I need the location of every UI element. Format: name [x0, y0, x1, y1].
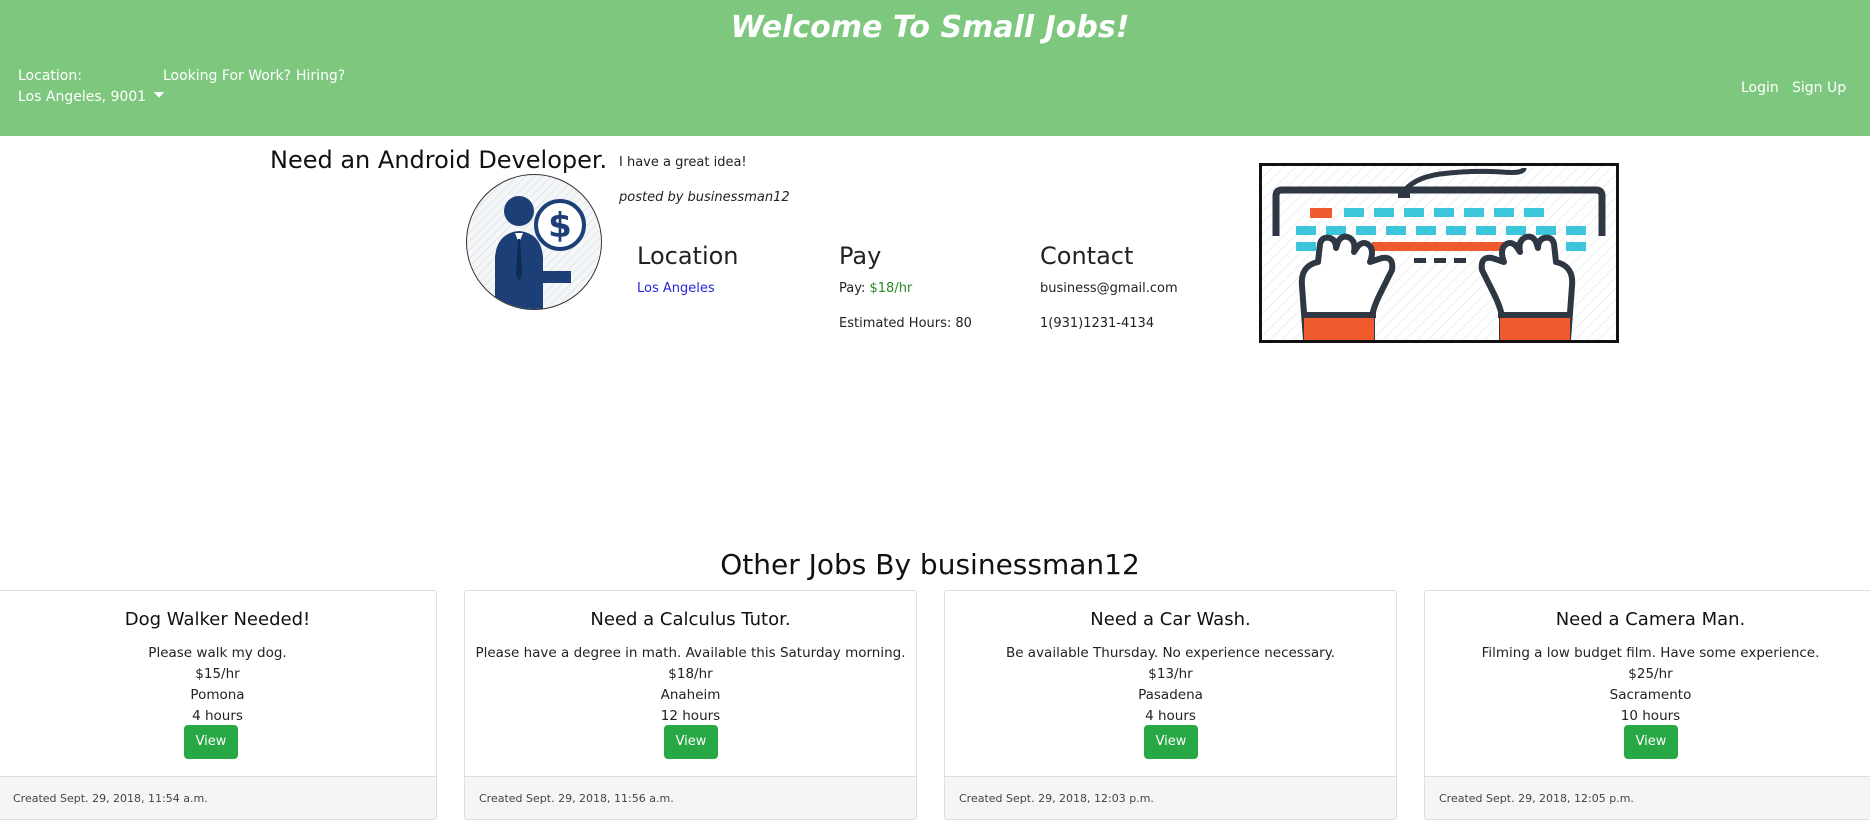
job-location-link[interactable]: Los Angeles — [637, 281, 715, 296]
contact-email: business@gmail.com — [1040, 281, 1178, 296]
pay-rate: $18/hr — [869, 281, 913, 296]
estimated-hours: Estimated Hours: 80 — [839, 316, 972, 331]
site-header: Welcome To Small Jobs! Location: Los Ang… — [0, 0, 1870, 136]
pay-line: Pay: $18/hr — [839, 281, 912, 296]
job-card: Need a Calculus Tutor. Please have a deg… — [464, 590, 917, 820]
job-card: Need a Camera Man. Filming a low budget … — [1424, 590, 1870, 820]
card-description: Filming a low budget film. Have some exp… — [1481, 645, 1820, 661]
job-card: Dog Walker Needed! Please walk my dog. $… — [0, 590, 437, 820]
card-pay: $13/hr — [1148, 666, 1193, 682]
card-description: Please walk my dog. — [148, 645, 287, 661]
nav-looking-for-work[interactable]: Looking For Work? — [163, 68, 291, 84]
job-description: I have a great idea! — [619, 155, 747, 170]
card-title: Need a Calculus Tutor. — [590, 609, 791, 630]
card-title: Need a Car Wash. — [1090, 609, 1251, 630]
card-hours: 10 hours — [1620, 708, 1681, 724]
card-description: Be available Thursday. No experience nec… — [1005, 645, 1336, 661]
card-hours: 12 hours — [660, 708, 721, 724]
businessman-dollar-icon: $ — [466, 174, 602, 310]
card-hours: 4 hours — [1145, 708, 1196, 724]
signup-link[interactable]: Sign Up — [1792, 80, 1846, 96]
view-button[interactable]: View — [664, 725, 718, 759]
view-button[interactable]: View — [1624, 725, 1678, 759]
job-card: Need a Car Wash. Be available Thursday. … — [944, 590, 1397, 820]
other-jobs-heading: Other Jobs By businessman12 — [720, 548, 1140, 581]
pay-heading: Pay — [839, 242, 882, 270]
site-title: Welcome To Small Jobs! — [730, 10, 1130, 45]
card-hours: 4 hours — [192, 708, 243, 724]
pay-label: Pay: — [839, 281, 866, 296]
card-created-date: Created Sept. 29, 2018, 12:05 p.m. — [1425, 776, 1870, 819]
card-pay: $25/hr — [1628, 666, 1673, 682]
keyboard-hands-illustration — [1259, 163, 1619, 343]
caret-down-icon — [154, 92, 165, 98]
card-created-date: Created Sept. 29, 2018, 11:56 a.m. — [465, 776, 916, 819]
location-heading: Location — [637, 242, 739, 270]
svg-text:$: $ — [548, 206, 572, 246]
card-created-date: Created Sept. 29, 2018, 11:54 a.m. — [0, 776, 436, 819]
nav-hiring[interactable]: Hiring? — [296, 68, 345, 84]
card-pay: $18/hr — [668, 666, 713, 682]
contact-heading: Contact — [1040, 242, 1134, 270]
view-button[interactable]: View — [1144, 725, 1198, 759]
card-location-link[interactable]: Pasadena — [945, 687, 1396, 703]
card-pay: $15/hr — [195, 666, 240, 682]
card-title: Need a Camera Man. — [1555, 609, 1746, 630]
card-created-date: Created Sept. 29, 2018, 12:03 p.m. — [945, 776, 1396, 819]
card-location-link[interactable]: Sacramento — [1425, 687, 1870, 703]
location-dropdown[interactable]: Los Angeles, 9001 — [18, 89, 165, 105]
card-location-link[interactable]: Anaheim — [465, 687, 916, 703]
contact-phone: 1(931)1231-4134 — [1040, 316, 1155, 331]
card-title: Dog Walker Needed! — [124, 609, 311, 630]
location-value: Los Angeles, 9001 — [18, 89, 147, 105]
login-link[interactable]: Login — [1741, 80, 1779, 96]
view-button[interactable]: View — [184, 725, 238, 759]
job-title: Need an Android Developer. — [270, 146, 608, 174]
card-location-link[interactable]: Pomona — [0, 687, 436, 703]
posted-by: posted by businessman12 — [619, 190, 790, 205]
location-label: Location: — [18, 68, 82, 84]
card-description: Please have a degree in math. Available … — [475, 645, 906, 661]
